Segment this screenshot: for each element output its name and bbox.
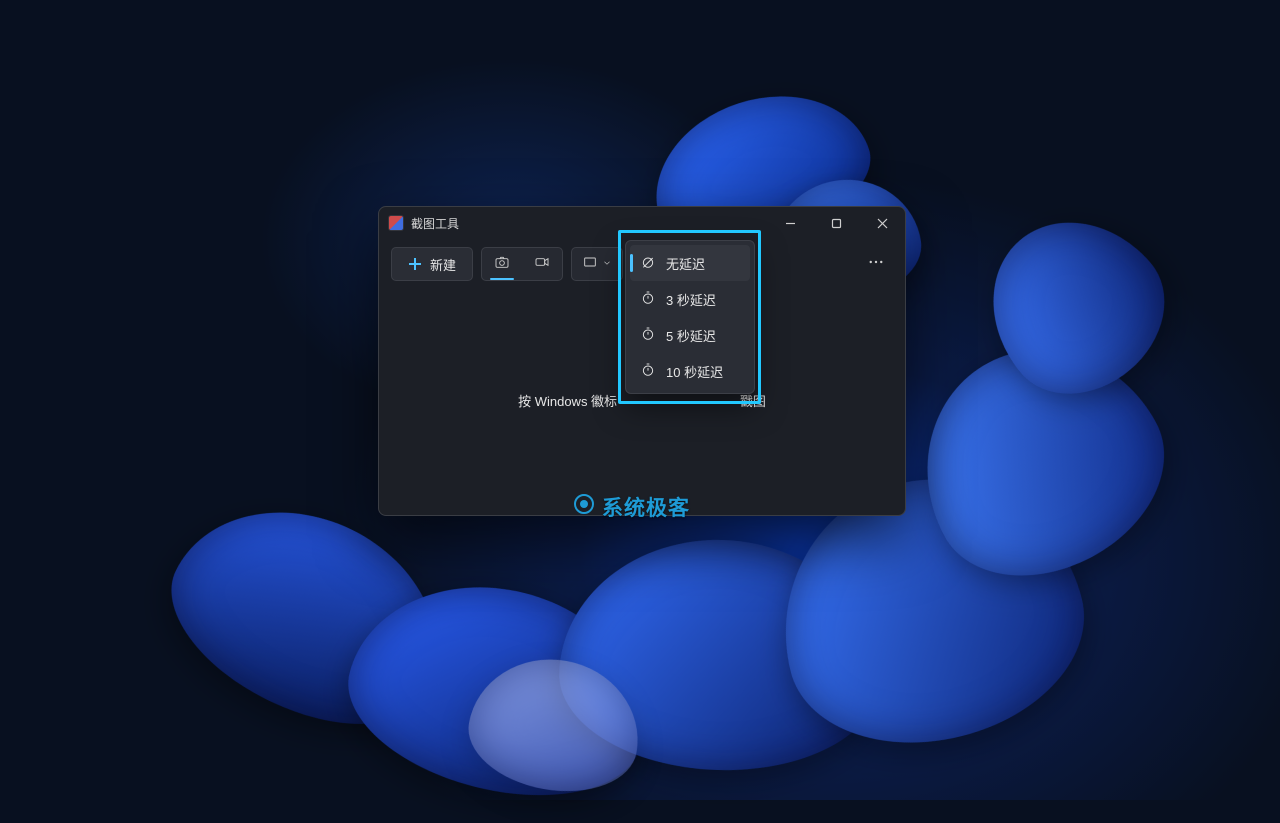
window-controls bbox=[767, 207, 905, 239]
delay-option-5s[interactable]: 5 秒延迟 bbox=[630, 317, 750, 353]
screenshot-mode-button[interactable] bbox=[482, 248, 522, 280]
no-delay-icon bbox=[640, 254, 656, 273]
delay-option-10s[interactable]: 10 秒延迟 bbox=[630, 353, 750, 389]
video-mode-button[interactable] bbox=[522, 248, 562, 280]
timer-icon bbox=[640, 362, 656, 381]
rectangle-icon bbox=[582, 254, 598, 275]
more-options-button[interactable] bbox=[859, 247, 893, 281]
new-snip-button[interactable]: 新建 bbox=[391, 247, 473, 281]
delay-dropdown-menu: 无延迟 3 秒延迟 5 秒延迟 10 秒延迟 bbox=[625, 240, 755, 394]
keyboard-hint: 按 Windows 徽标 戳图 bbox=[518, 393, 766, 411]
watermark-text: 系统极客 bbox=[602, 492, 690, 522]
minimize-button[interactable] bbox=[767, 207, 813, 239]
delay-option-label: 10 秒延迟 bbox=[666, 362, 723, 381]
delay-option-label: 5 秒延迟 bbox=[666, 326, 716, 345]
titlebar[interactable]: 截图工具 bbox=[379, 207, 905, 239]
close-button[interactable] bbox=[859, 207, 905, 239]
watermark: 系统极客 bbox=[572, 492, 690, 522]
timer-icon bbox=[640, 326, 656, 345]
snip-shape-dropdown[interactable] bbox=[571, 247, 623, 281]
app-icon bbox=[389, 216, 403, 230]
maximize-button[interactable] bbox=[813, 207, 859, 239]
delay-option-label: 3 秒延迟 bbox=[666, 290, 716, 309]
delay-option-label: 无延迟 bbox=[666, 254, 705, 273]
watermark-logo-icon bbox=[572, 492, 596, 522]
new-snip-label: 新建 bbox=[430, 255, 456, 274]
timer-icon bbox=[640, 290, 656, 309]
chevron-down-icon bbox=[602, 255, 612, 273]
capture-mode-group bbox=[481, 247, 563, 281]
delay-option-none[interactable]: 无延迟 bbox=[630, 245, 750, 281]
plus-icon bbox=[408, 257, 422, 271]
delay-option-3s[interactable]: 3 秒延迟 bbox=[630, 281, 750, 317]
window-title: 截图工具 bbox=[411, 215, 459, 232]
video-icon bbox=[534, 254, 550, 275]
more-icon bbox=[867, 253, 885, 276]
camera-icon bbox=[494, 254, 510, 275]
